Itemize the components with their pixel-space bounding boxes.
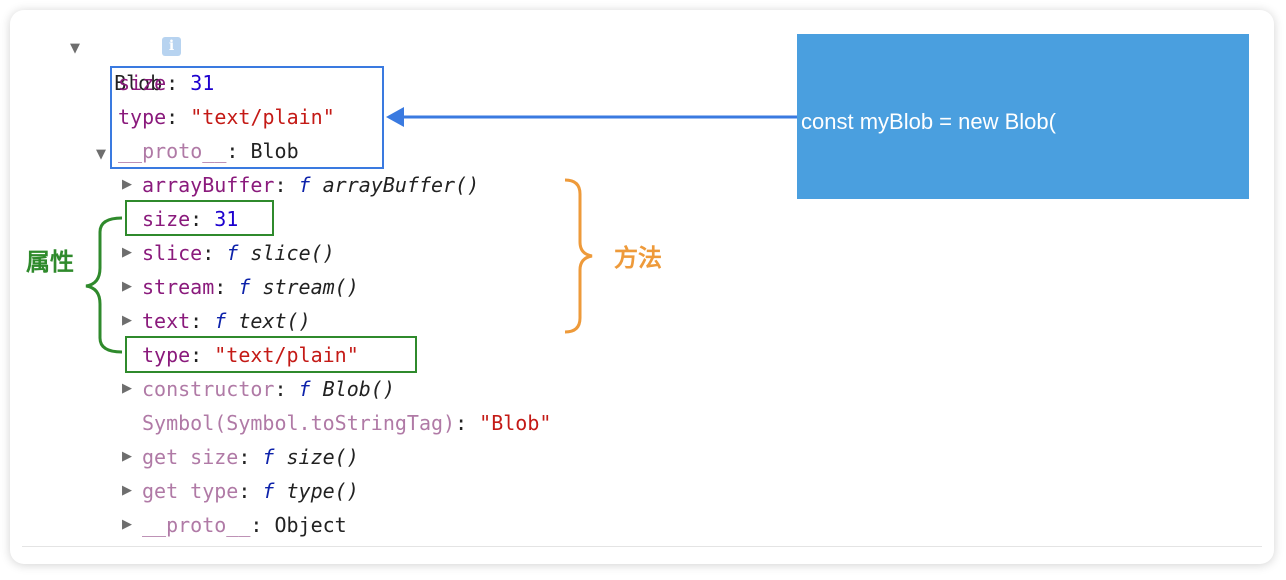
- properties-label: 属性: [26, 248, 74, 276]
- left-brace-icon: [85, 216, 123, 354]
- arrow-icon: [386, 107, 797, 127]
- methods-label: 方法: [614, 244, 662, 272]
- right-brace-icon: [564, 178, 593, 334]
- annotation-overlay: [85, 107, 797, 354]
